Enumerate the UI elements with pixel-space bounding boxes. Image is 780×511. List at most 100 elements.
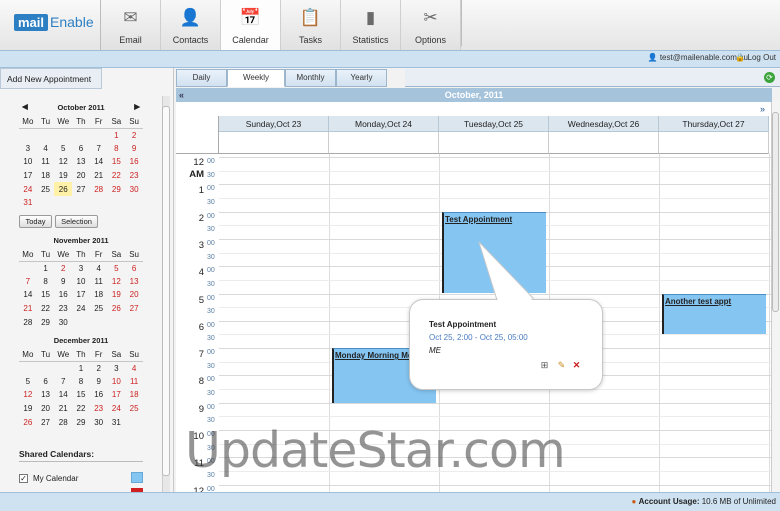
day-cell[interactable]: 28 (90, 182, 108, 196)
day-cell[interactable]: 25 (90, 302, 108, 316)
day-cell[interactable]: 13 (72, 155, 90, 169)
day-cell[interactable]: 1 (72, 361, 90, 375)
next-month-icon[interactable]: ▶ (134, 102, 140, 111)
view-icon[interactable]: ⊞ (539, 360, 550, 371)
day-cell[interactable]: 17 (19, 169, 37, 183)
appointment-block[interactable]: Another test appt (662, 293, 766, 335)
tab-monthly[interactable]: Monthly (285, 69, 336, 87)
day-cell[interactable]: 4 (37, 142, 55, 156)
day-cell[interactable]: 19 (19, 402, 37, 416)
day-cell[interactable]: 14 (90, 155, 108, 169)
day-cell[interactable]: 18 (90, 288, 108, 302)
day-cell[interactable]: 23 (54, 302, 72, 316)
day-cell[interactable]: 12 (19, 388, 37, 402)
day-cell[interactable]: 5 (54, 142, 72, 156)
day-cell[interactable]: 5 (108, 261, 126, 275)
day-cell[interactable]: 8 (37, 275, 55, 289)
day-cell[interactable]: 14 (19, 288, 37, 302)
day-cell[interactable]: 12 (54, 155, 72, 169)
day-cell[interactable]: 4 (125, 361, 143, 375)
day-header[interactable]: Monday,Oct 24 (329, 116, 439, 132)
day-cell[interactable]: 16 (90, 388, 108, 402)
my-calendar-checkbox[interactable]: ✓ (19, 474, 28, 483)
day-cell[interactable]: 31 (19, 196, 37, 210)
day-cell[interactable]: 10 (72, 275, 90, 289)
tab-calendar[interactable]: 📅 Calendar (221, 0, 281, 50)
day-cell[interactable]: 13 (125, 275, 143, 289)
my-calendar-color-swatch[interactable] (131, 472, 143, 483)
tab-email[interactable]: ✉ Email (101, 0, 161, 50)
day-cell[interactable]: 11 (37, 155, 55, 169)
day-cell[interactable]: 8 (108, 142, 126, 156)
all-day-slot[interactable] (549, 132, 659, 154)
day-header[interactable]: Tuesday,Oct 25 (439, 116, 549, 132)
day-cell[interactable]: 1 (108, 128, 126, 142)
day-cell[interactable]: 23 (90, 402, 108, 416)
day-header[interactable]: Wednesday,Oct 26 (549, 116, 659, 132)
prev-month-icon[interactable]: ◀ (22, 102, 28, 111)
day-cell[interactable]: 7 (90, 142, 108, 156)
day-cell[interactable]: 2 (90, 361, 108, 375)
day-cell[interactable]: 1 (37, 261, 55, 275)
day-cell[interactable]: 26 (19, 415, 37, 429)
day-header[interactable]: Sunday,Oct 23 (219, 116, 329, 132)
day-cell[interactable]: 25 (125, 402, 143, 416)
day-cell[interactable]: 31 (108, 415, 126, 429)
day-cell[interactable]: 10 (19, 155, 37, 169)
day-cell[interactable]: 2 (54, 261, 72, 275)
day-cell[interactable]: 10 (108, 375, 126, 389)
day-cell[interactable]: 28 (54, 415, 72, 429)
day-cell[interactable]: 21 (54, 402, 72, 416)
day-cell[interactable]: 26 (54, 182, 73, 196)
all-day-slot[interactable] (219, 132, 329, 154)
my-calendar-toggle[interactable]: ✓ My Calendar (19, 474, 78, 483)
day-cell[interactable]: 16 (125, 155, 143, 169)
day-cell[interactable]: 18 (125, 388, 143, 402)
tab-statistics[interactable]: ▮ Statistics (341, 0, 401, 50)
edit-icon[interactable]: ✎ (556, 360, 567, 371)
day-cell[interactable]: 29 (108, 182, 126, 196)
day-cell[interactable]: 16 (54, 288, 72, 302)
day-cell[interactable]: 22 (72, 402, 90, 416)
day-cell[interactable]: 13 (37, 388, 55, 402)
day-cell[interactable]: 24 (108, 402, 126, 416)
day-cell[interactable]: 20 (72, 169, 90, 183)
day-cell[interactable]: 17 (72, 288, 90, 302)
tab-contacts[interactable]: 👤 Contacts (161, 0, 221, 50)
day-cell[interactable]: 11 (125, 375, 143, 389)
tab-yearly[interactable]: Yearly (336, 69, 387, 87)
day-cell[interactable]: 19 (108, 288, 126, 302)
day-cell[interactable]: 21 (19, 302, 37, 316)
day-cell[interactable]: 26 (108, 302, 126, 316)
day-cell[interactable]: 18 (37, 169, 55, 183)
day-cell[interactable]: 27 (37, 415, 55, 429)
day-cell[interactable]: 30 (90, 415, 108, 429)
day-cell[interactable]: 24 (72, 302, 90, 316)
all-day-slot[interactable] (439, 132, 549, 154)
calendar-scrollbar-thumb[interactable] (772, 112, 779, 312)
day-header[interactable]: Thursday,Oct 27 (659, 116, 769, 132)
tab-options[interactable]: ✂ Options (401, 0, 461, 50)
day-cell[interactable]: 19 (54, 169, 72, 183)
selection-button[interactable]: Selection (55, 215, 98, 228)
sidebar-scrollbar-thumb[interactable] (162, 106, 170, 476)
day-cell[interactable]: 20 (37, 402, 55, 416)
day-cell[interactable]: 25 (37, 182, 55, 196)
day-cell[interactable]: 11 (90, 275, 108, 289)
day-cell[interactable]: 22 (37, 302, 55, 316)
day-cell[interactable]: 7 (19, 275, 37, 289)
tab-daily[interactable]: Daily (176, 69, 227, 87)
day-cell[interactable]: 2 (125, 128, 143, 142)
day-cell[interactable]: 6 (72, 142, 90, 156)
day-cell[interactable]: 15 (72, 388, 90, 402)
day-cell[interactable]: 5 (19, 375, 37, 389)
day-cell[interactable]: 27 (72, 182, 90, 196)
day-cell[interactable]: 9 (54, 275, 72, 289)
day-cell[interactable]: 21 (90, 169, 108, 183)
all-day-slot[interactable] (659, 132, 769, 154)
day-cell[interactable]: 22 (108, 169, 126, 183)
tab-weekly[interactable]: Weekly (227, 69, 285, 87)
day-cell[interactable]: 17 (108, 388, 126, 402)
day-cell[interactable]: 6 (37, 375, 55, 389)
day-cell[interactable]: 9 (125, 142, 143, 156)
